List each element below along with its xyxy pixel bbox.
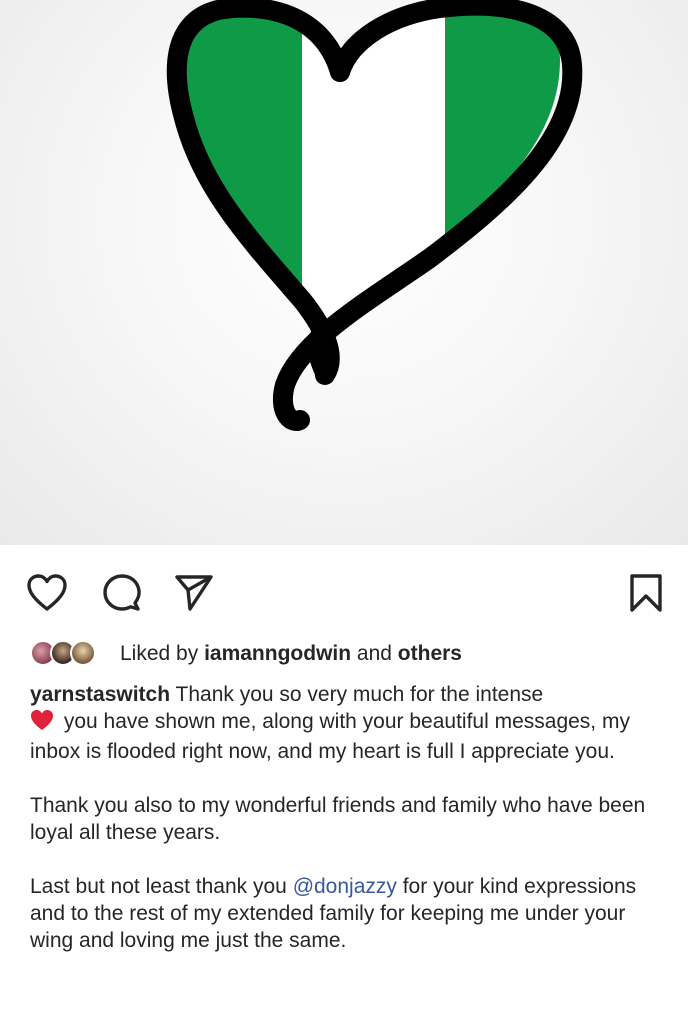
heart-outline-icon[interactable] bbox=[25, 573, 69, 613]
caption-paragraph-3: Last but not least thank you @donjazzy f… bbox=[30, 873, 660, 954]
likes-row[interactable]: Liked by iamanngodwin and others bbox=[30, 638, 462, 670]
liker-avatars bbox=[30, 640, 110, 668]
bookmark-icon[interactable] bbox=[624, 573, 668, 613]
send-paper-plane-icon[interactable] bbox=[172, 573, 216, 613]
avatar bbox=[70, 640, 96, 666]
caption-paragraph-1: yarnstaswitch Thank you so very much for… bbox=[30, 681, 660, 765]
caption-text: you have shown me, along with your beaut… bbox=[30, 710, 630, 763]
likes-prefix: Liked by bbox=[120, 642, 199, 665]
post-caption: yarnstaswitch Thank you so very much for… bbox=[30, 681, 660, 981]
likes-text: Liked by iamanngodwin and others bbox=[120, 642, 462, 666]
mention-link[interactable]: @donjazzy bbox=[293, 875, 397, 898]
caption-text: Thank you so very much for the intense bbox=[170, 683, 544, 706]
comment-bubble-icon[interactable] bbox=[100, 573, 144, 613]
caption-username[interactable]: yarnstaswitch bbox=[30, 683, 170, 706]
post-action-bar bbox=[0, 545, 688, 633]
post-image[interactable] bbox=[0, 0, 688, 545]
caption-text: Last but not least thank you bbox=[30, 875, 293, 898]
caption-paragraph-2: Thank you also to my wonderful friends a… bbox=[30, 794, 646, 844]
likes-others-link[interactable]: others bbox=[398, 642, 462, 665]
likes-conjunction: and bbox=[356, 642, 392, 665]
red-heart-emoji-icon bbox=[30, 709, 54, 738]
nigeria-flag-heart-icon bbox=[166, 0, 583, 431]
liker-username[interactable]: iamanngodwin bbox=[204, 642, 351, 665]
